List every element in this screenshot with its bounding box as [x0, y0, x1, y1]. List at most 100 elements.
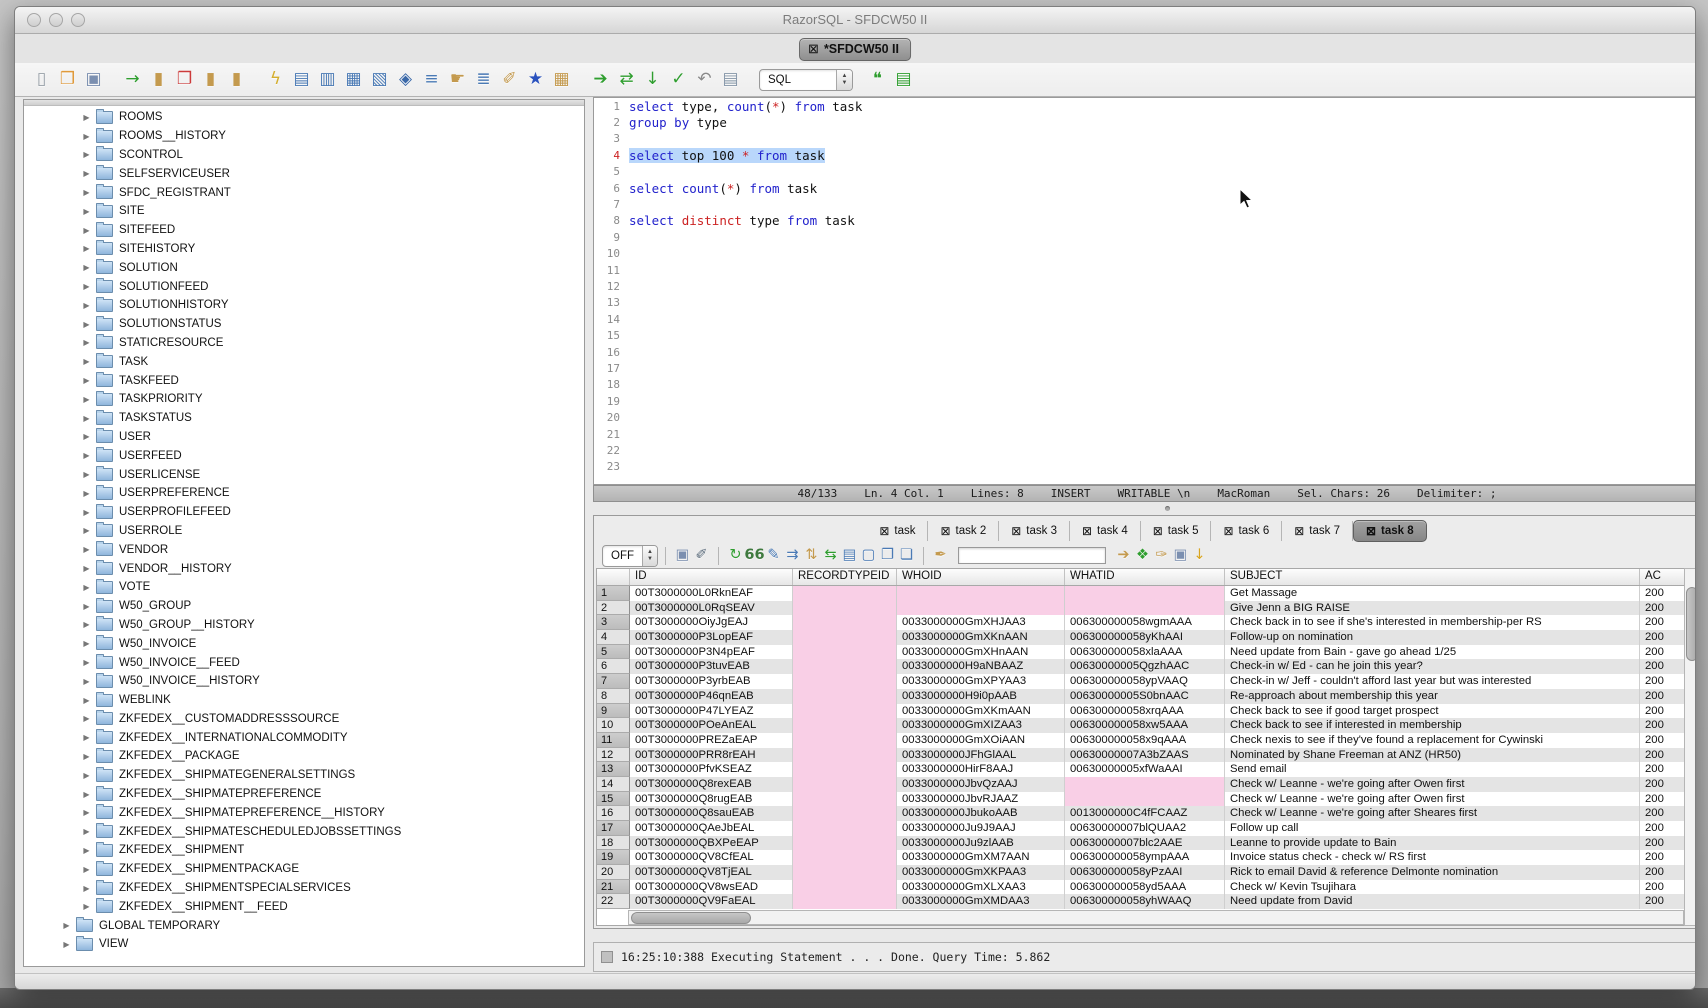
- table-row[interactable]: 900T3000000P47LYEAZ0033000000GmXKmAAN006…: [597, 704, 1696, 719]
- cell-subject[interactable]: Send email: [1225, 762, 1640, 777]
- tree-item-table[interactable]: ▶ROOMS__HISTORY: [24, 127, 584, 146]
- tree-item-table[interactable]: ▶W50_INVOICE__HISTORY: [24, 672, 584, 691]
- commit-icon[interactable]: ✓: [668, 69, 689, 90]
- tree-item-table[interactable]: ▶VOTE: [24, 578, 584, 597]
- disclosure-triangle-icon[interactable]: ▶: [82, 639, 91, 648]
- cell-whatid[interactable]: [1065, 601, 1225, 616]
- table-row[interactable]: 100T3000000L0RknEAFGet Massage200: [597, 586, 1696, 601]
- tree-item-table[interactable]: ▶SOLUTIONSTATUS: [24, 315, 584, 334]
- cell-subject[interactable]: Re-approach about membership this year: [1225, 689, 1640, 704]
- single-record-icon[interactable]: ▢: [859, 546, 878, 565]
- cell-subject[interactable]: Invoice status check - check w/ RS first: [1225, 850, 1640, 865]
- table-row[interactable]: 1400T3000000Q8rexEAB0033000000JbvQzAAJCh…: [597, 777, 1696, 792]
- disclosure-triangle-icon[interactable]: ▶: [82, 150, 91, 159]
- cell-whoid[interactable]: 0033000000GmXOiAAN: [897, 733, 1065, 748]
- disclosure-triangle-icon[interactable]: ▶: [82, 282, 91, 291]
- cell-whoid[interactable]: 0033000000GmXMDAA3: [897, 894, 1065, 909]
- filter-results-icon[interactable]: ✐: [692, 546, 711, 565]
- quote-sql-icon[interactable]: ❝: [867, 69, 888, 90]
- rollback-icon[interactable]: ↶: [694, 69, 715, 90]
- cell-recordtypeid[interactable]: [793, 792, 897, 807]
- disclosure-triangle-icon[interactable]: ▶: [82, 752, 91, 761]
- notebook-icon[interactable]: ▧: [369, 69, 390, 90]
- cell-id[interactable]: 00T3000000Q8rugEAB: [630, 792, 793, 807]
- table-row[interactable]: 1700T3000000QAeJbEAL0033000000Ju9J9AAJ00…: [597, 821, 1696, 836]
- disclosure-triangle-icon[interactable]: ▶: [82, 489, 91, 498]
- disclosure-triangle-icon[interactable]: ▶: [82, 113, 91, 122]
- find-next-icon[interactable]: ➔: [1114, 546, 1133, 565]
- tree-item-table[interactable]: ▶ROOMS: [24, 108, 584, 127]
- cell-id[interactable]: 00T3000000P46qnEAB: [630, 689, 793, 704]
- tree-item-table[interactable]: ▶SOLUTIONHISTORY: [24, 296, 584, 315]
- tree-item-table[interactable]: ▶VENDOR: [24, 540, 584, 559]
- cell-id[interactable]: 00T3000000P3tuvEAB: [630, 659, 793, 674]
- cell-subject[interactable]: Need update from David: [1225, 894, 1640, 909]
- cell-whatid[interactable]: 00630000005QgzhAAC: [1065, 659, 1225, 674]
- database-icon[interactable]: ▮: [226, 69, 247, 90]
- close-tab-icon[interactable]: ⊠: [1294, 524, 1304, 538]
- copy-with-headers-icon[interactable]: ❏: [897, 546, 916, 565]
- cell-subject[interactable]: Check w/ Leanne - we're going after Shea…: [1225, 806, 1640, 821]
- cell-whatid[interactable]: 00630000005xfWaAAI: [1065, 762, 1225, 777]
- view-as-text-icon[interactable]: 66: [745, 546, 764, 565]
- document-tab[interactable]: ⊠ *SFDCW50 II: [799, 38, 911, 61]
- refresh-page-icon[interactable]: ▦: [343, 69, 364, 90]
- cell-subject[interactable]: Follow up call: [1225, 821, 1640, 836]
- query-log-icon[interactable]: ▤: [720, 69, 741, 90]
- close-tab-icon[interactable]: ⊠: [1011, 524, 1021, 538]
- cell-recordtypeid[interactable]: [793, 865, 897, 880]
- hscroll-thumb[interactable]: [631, 912, 751, 924]
- execute-bolt-icon[interactable]: ϟ: [265, 69, 286, 90]
- title-bar[interactable]: RazorSQL - SFDCW50 II: [15, 7, 1695, 34]
- disclosure-triangle-icon[interactable]: ▶: [82, 733, 91, 742]
- statement-type-select[interactable]: SQL▲▼: [759, 69, 853, 91]
- cell-whatid[interactable]: 006300000058xlaAAA: [1065, 645, 1225, 660]
- disconnect-icon[interactable]: ▮: [148, 69, 169, 90]
- primary-key-icon[interactable]: ✒: [931, 546, 950, 565]
- tree-item-table[interactable]: ▶USERPROFILEFEED: [24, 503, 584, 522]
- view-contents-icon[interactable]: ▥: [317, 69, 338, 90]
- cell-subject[interactable]: Nominated by Shane Freeman at ANZ (HR50): [1225, 748, 1640, 763]
- format-sql-icon[interactable]: ≣: [473, 69, 494, 90]
- tree-item-table[interactable]: ▶WEBLINK: [24, 691, 584, 710]
- close-connection-icon[interactable]: ❐: [174, 69, 195, 90]
- cell-whoid[interactable]: 0033000000GmXKmAAN: [897, 704, 1065, 719]
- table-row[interactable]: 300T3000000OiyJgEAJ0033000000GmXHJAA3006…: [597, 615, 1696, 630]
- schema-browser-icon[interactable]: ▤: [291, 69, 312, 90]
- cell-recordtypeid[interactable]: [793, 836, 897, 851]
- cell-whatid[interactable]: [1065, 777, 1225, 792]
- result-tab[interactable]: ⊠task 6: [1211, 521, 1282, 541]
- cell-id[interactable]: 00T3000000QAeJbEAL: [630, 821, 793, 836]
- cell-whatid[interactable]: 006300000058yKhAAI: [1065, 630, 1225, 645]
- cell-recordtypeid[interactable]: [793, 674, 897, 689]
- sql-editor[interactable]: 1select type, count(*) from task2group b…: [593, 97, 1696, 485]
- edit-sql-icon[interactable]: ✐: [499, 69, 520, 90]
- table-row[interactable]: 800T3000000P46qnEAB0033000000H9i0pAAB006…: [597, 689, 1696, 704]
- cell-recordtypeid[interactable]: [793, 880, 897, 895]
- cell-whoid[interactable]: 0033000000GmXLXAA3: [897, 880, 1065, 895]
- tree-item-table[interactable]: ▶ZKFEDEX__INTERNATIONALCOMMODITY: [24, 728, 584, 747]
- cell-recordtypeid[interactable]: [793, 659, 897, 674]
- cell-whoid[interactable]: 0033000000Ju9J9AAJ: [897, 821, 1065, 836]
- tree-item-table[interactable]: ▶TASK: [24, 352, 584, 371]
- table-row[interactable]: 1900T3000000QV8CfEAL0033000000GmXM7AAN00…: [597, 850, 1696, 865]
- cell-id[interactable]: 00T3000000P3yrbEAB: [630, 674, 793, 689]
- result-tab[interactable]: ⊠task 7: [1282, 521, 1353, 541]
- table-row[interactable]: 1500T3000000Q8rugEAB0033000000JbvRJAAZCh…: [597, 792, 1696, 807]
- cell-whoid[interactable]: 0033000000GmXKnAAN: [897, 630, 1065, 645]
- disclosure-triangle-icon[interactable]: ▶: [82, 169, 91, 178]
- tree-item-table[interactable]: ▶USERFEED: [24, 446, 584, 465]
- table-row[interactable]: 700T3000000P3yrbEAB0033000000GmXPYAA3006…: [597, 674, 1696, 689]
- result-tab[interactable]: ⊠task 2: [928, 521, 999, 541]
- import-data-icon[interactable]: ❖: [1133, 546, 1152, 565]
- disclosure-triangle-icon[interactable]: ▶: [82, 884, 91, 893]
- table-row[interactable]: 1000T3000000POeAnEAL0033000000GmXIZAA300…: [597, 718, 1696, 733]
- disclosure-triangle-icon[interactable]: ▶: [62, 921, 71, 930]
- generate-script-icon[interactable]: ✑: [1152, 546, 1171, 565]
- column-header-whatid[interactable]: WHATID: [1065, 569, 1225, 585]
- cell-whatid[interactable]: [1065, 792, 1225, 807]
- tree-item-table[interactable]: ▶USERLICENSE: [24, 465, 584, 484]
- download-more-icon[interactable]: ↓: [1190, 546, 1209, 565]
- insert-row-icon[interactable]: ⇉: [783, 546, 802, 565]
- disclosure-triangle-icon[interactable]: ▶: [82, 696, 91, 705]
